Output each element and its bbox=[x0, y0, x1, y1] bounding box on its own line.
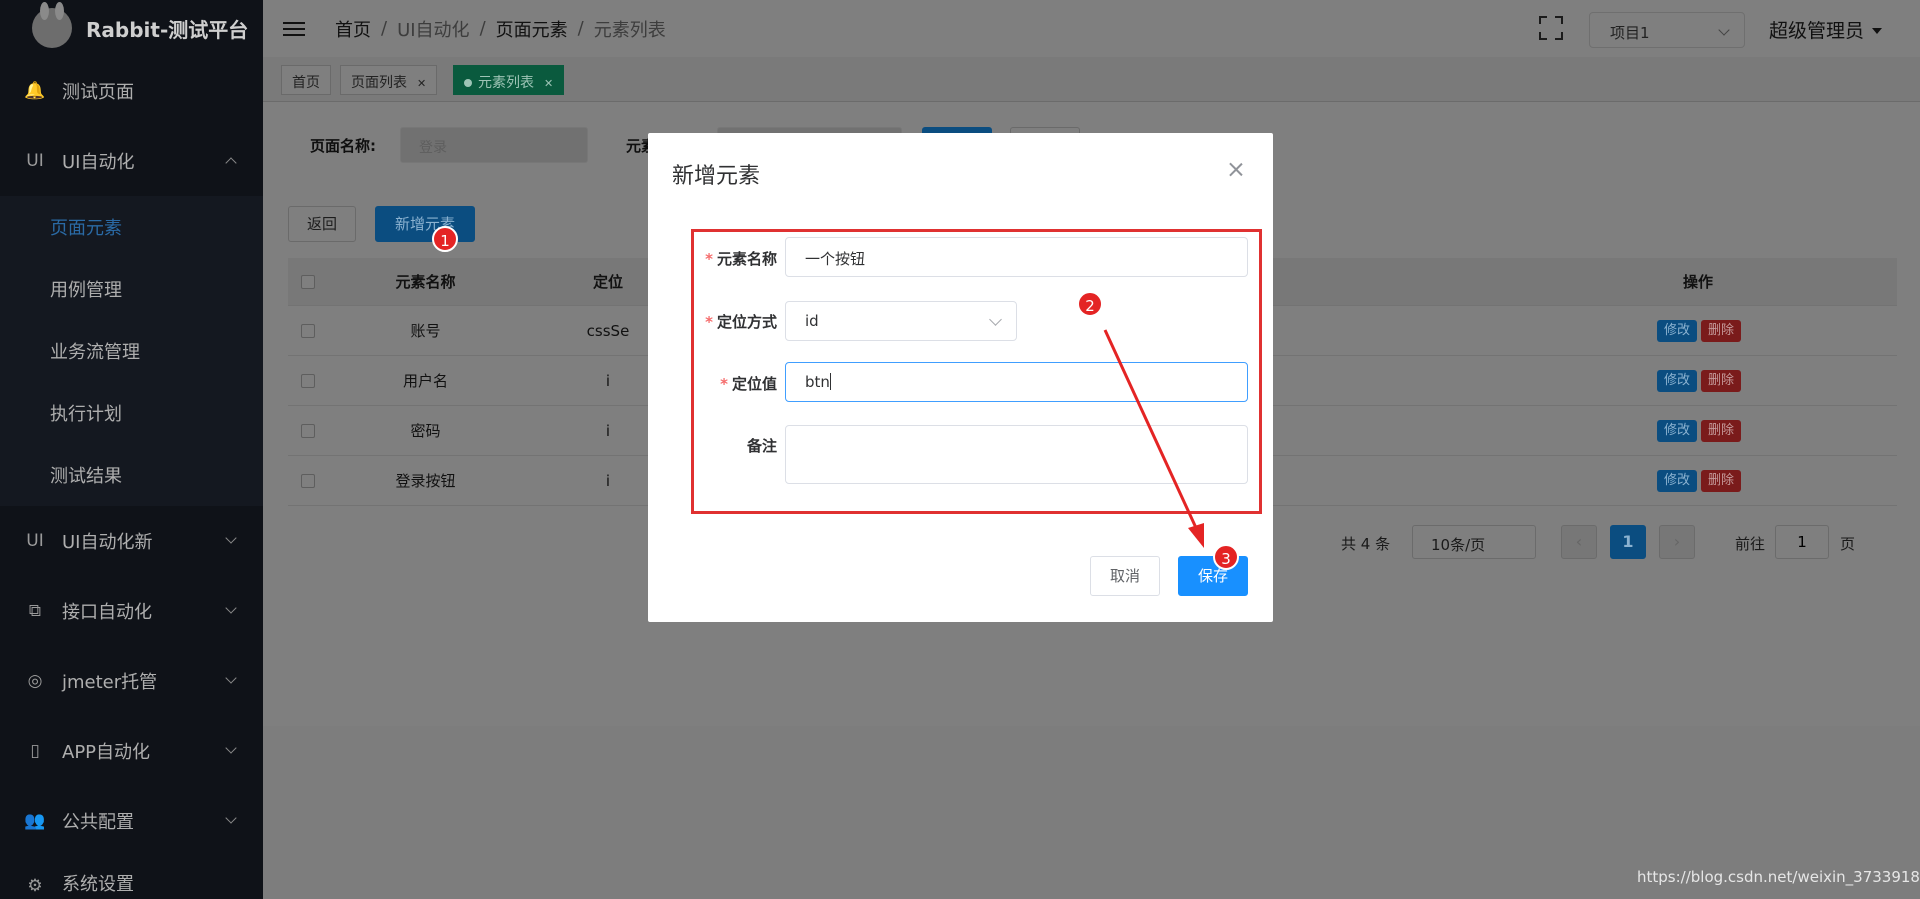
annotation-arrow bbox=[1103, 329, 1204, 548]
annotation-badge-1: 1 bbox=[432, 226, 458, 252]
annotation-badge-2: 2 bbox=[1077, 291, 1103, 317]
app-root: Rabbit-测试平台 🔔 测试页面 UI UI自动化 页面元素 用例管理 业务… bbox=[0, 0, 1920, 899]
annotation-badge-3: 3 bbox=[1213, 544, 1239, 570]
watermark-url: https://blog.csdn.net/weixin_37339183 bbox=[1637, 868, 1920, 886]
